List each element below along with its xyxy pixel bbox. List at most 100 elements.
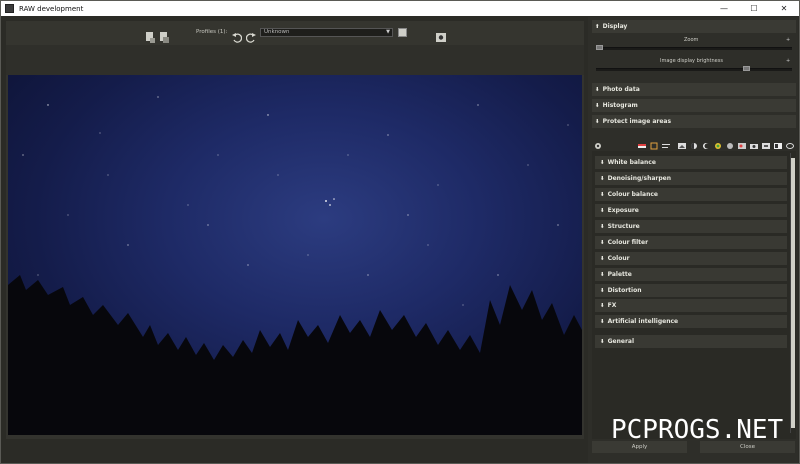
chevron-down-icon: ⬇ (600, 191, 605, 198)
colour-balance-header[interactable]: ⬇ Colour balance (595, 188, 787, 201)
settings-gear-icon[interactable] (594, 135, 602, 149)
add-file-icon[interactable] (145, 28, 155, 43)
brightness-slider-thumb[interactable] (743, 66, 751, 71)
histogram-section-header[interactable]: ⬇ Histogram (592, 99, 796, 112)
brightness-reset-mark[interactable]: + (786, 58, 790, 64)
chevron-down-icon: ⬇ (595, 118, 600, 125)
crop-icon[interactable] (650, 135, 658, 150)
maximize-button[interactable]: ☐ (739, 1, 769, 16)
toolbar-separator (6, 45, 584, 75)
brush-icon[interactable] (762, 135, 770, 149)
chevron-up-icon: ⬆ (595, 23, 600, 30)
chevron-down-icon: ⬇ (600, 175, 605, 182)
protect-areas-label: Protect image areas (602, 118, 672, 125)
chevron-down-icon: ⬇ (600, 318, 605, 325)
profile-menu-button[interactable] (398, 28, 407, 37)
colour-label: Colour (607, 255, 630, 262)
night-sky-image (8, 96, 582, 435)
display-section-header[interactable]: ⬆ Display (592, 20, 796, 33)
exposure-header[interactable]: ⬇ Exposure (595, 204, 787, 217)
stars (22, 96, 569, 306)
redo-icon[interactable] (245, 28, 256, 43)
chevron-down-icon: ⬇ (595, 86, 600, 93)
profiles-label: Profiles (1): (196, 29, 228, 35)
chevron-down-icon: ⬇ (600, 159, 605, 166)
window-controls: — ☐ ✕ (709, 1, 799, 16)
chevron-down-icon: ⬇ (600, 223, 605, 230)
sphere-icon[interactable] (726, 135, 734, 149)
colour-header[interactable]: ⬇ Colour (595, 252, 787, 265)
palette-header[interactable]: ⬇ Palette (595, 268, 787, 281)
app-icon (5, 4, 14, 13)
white-balance-header[interactable]: ⬇ White balance (595, 156, 787, 169)
zoom-slider-thumb[interactable] (596, 45, 603, 50)
image-icon[interactable] (678, 135, 686, 149)
adjustments-scrollbar[interactable] (790, 153, 795, 433)
snapshot-icon[interactable] (436, 28, 446, 42)
color-wheel-icon[interactable] (714, 135, 722, 149)
denoising-header[interactable]: ⬇ Denoising/sharpen (595, 172, 787, 185)
general-header[interactable]: ⬇ General (595, 335, 787, 348)
settings-panel: ⬆ Display Zoom + Image display brightnes… (588, 17, 798, 463)
colour-filter-header[interactable]: ⬇ Colour filter (595, 236, 787, 249)
title-bar: RAW development — ☐ ✕ (1, 1, 799, 16)
distortion-label: Distortion (607, 287, 642, 294)
status-strip (6, 435, 584, 439)
display-section-label: Display (602, 23, 628, 30)
ai-header[interactable]: ⬇ Artificial intelligence (595, 315, 787, 328)
chevron-down-icon: ▼ (386, 29, 390, 35)
colour-filter-label: Colour filter (607, 239, 649, 246)
colour-balance-label: Colour balance (607, 191, 658, 198)
photo-data-section-header[interactable]: ⬇ Photo data (592, 83, 796, 96)
exposure-label: Exposure (607, 207, 639, 214)
brightness-slider[interactable] (596, 68, 792, 71)
distortion-header[interactable]: ⬇ Distortion (595, 284, 787, 297)
photo-data-label: Photo data (602, 86, 640, 93)
brightness-label: Image display brightness (660, 58, 723, 64)
fx-header[interactable]: ⬇ FX (595, 299, 787, 312)
save-file-icon[interactable] (159, 28, 169, 43)
profile-select[interactable]: Unknown ▼ (260, 28, 393, 37)
tree-silhouette (8, 275, 582, 435)
profile-select-value: Unknown (264, 29, 290, 35)
halfmoon-icon[interactable] (702, 135, 710, 149)
effects-icon[interactable] (738, 135, 746, 149)
window-title: RAW development (19, 4, 84, 13)
histogram-label: Histogram (602, 102, 638, 109)
palette-label: Palette (607, 271, 632, 278)
zoom-reset-mark[interactable]: + (786, 37, 790, 43)
undo-icon[interactable] (232, 28, 243, 43)
watermark-text: PCPROGS.NET (611, 415, 784, 445)
levels-icon[interactable] (662, 135, 670, 148)
adjustment-tools-row (592, 133, 796, 150)
fx-label: FX (607, 302, 617, 309)
mask-icon[interactable] (774, 135, 782, 149)
chat-icon[interactable] (786, 135, 794, 149)
chevron-down-icon: ⬇ (600, 271, 605, 278)
white-balance-label: White balance (607, 159, 656, 166)
structure-label: Structure (607, 223, 640, 230)
chevron-down-icon: ⬇ (600, 287, 605, 294)
protect-areas-section-header[interactable]: ⬇ Protect image areas (592, 115, 796, 128)
chevron-down-icon: ⬇ (600, 302, 605, 309)
structure-header[interactable]: ⬇ Structure (595, 220, 787, 233)
chevron-down-icon: ⬇ (600, 207, 605, 214)
flag-icon[interactable] (638, 135, 646, 148)
general-label: General (607, 338, 635, 345)
minimize-button[interactable]: — (709, 1, 739, 16)
chevron-down-icon: ⬇ (600, 255, 605, 262)
denoising-label: Denoising/sharpen (607, 175, 671, 182)
toolbar: Profiles (1): Unknown ▼ (6, 21, 584, 45)
ai-label: Artificial intelligence (607, 318, 679, 325)
zoom-label: Zoom (684, 37, 699, 43)
raw-development-window: RAW development — ☐ ✕ Profiles (1): Unkn… (0, 0, 800, 464)
close-window-button[interactable]: ✕ (769, 1, 799, 16)
scrollbar-thumb[interactable] (791, 158, 795, 428)
photo-preview (8, 75, 582, 435)
chevron-down-icon: ⬇ (600, 338, 605, 345)
zoom-slider[interactable] (596, 47, 792, 50)
contrast-icon[interactable] (690, 135, 698, 149)
chevron-down-icon: ⬇ (600, 239, 605, 246)
camera-icon[interactable] (750, 135, 758, 149)
chevron-down-icon: ⬇ (595, 102, 600, 109)
